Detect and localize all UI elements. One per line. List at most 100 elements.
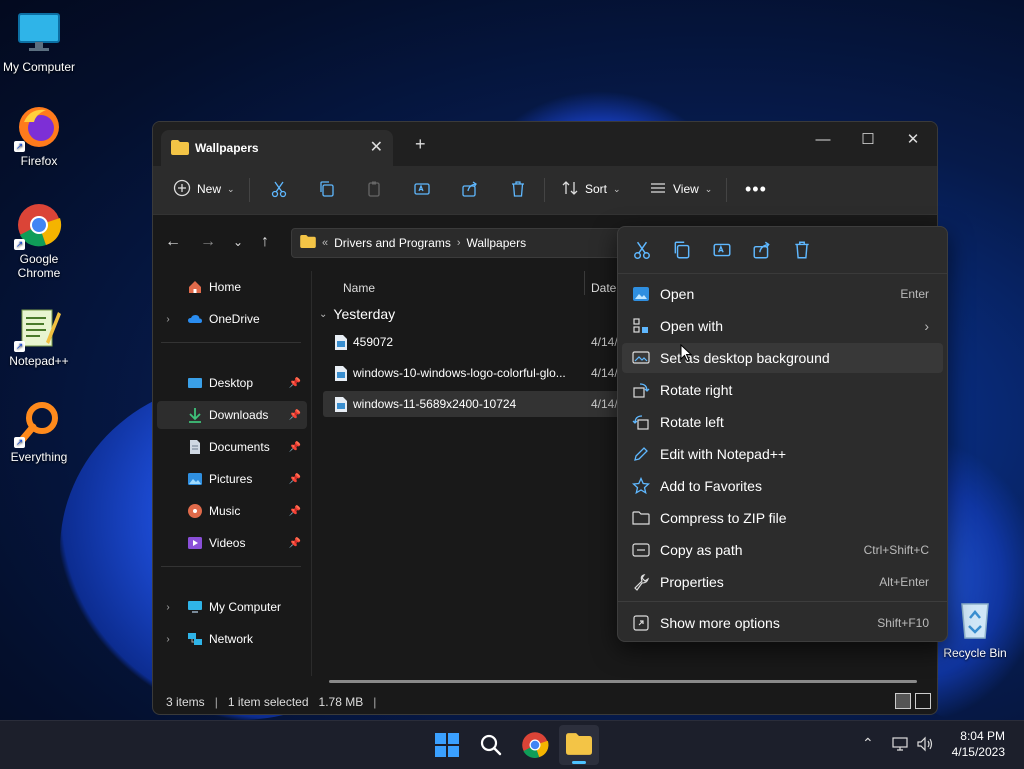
desktop-icon-label: My Computer (2, 60, 76, 74)
tiles-view-icon[interactable] (915, 693, 931, 709)
copy-button[interactable] (318, 176, 336, 202)
pen-icon (634, 447, 648, 461)
copy-icon (320, 181, 334, 197)
sidebar-item-onedrive[interactable]: › OneDrive (157, 305, 307, 333)
desktop-icon-label: Notepad++ (9, 354, 69, 368)
menu-item-properties[interactable]: Properties Alt+Enter (622, 567, 943, 597)
folder-icon (566, 733, 592, 755)
menu-item-open-with[interactable]: Open with › (622, 311, 943, 341)
menu-item-edit-with-notepadpp[interactable]: Edit with Notepad++ (622, 439, 943, 469)
sidebar-item-network[interactable]: › Network (157, 625, 307, 653)
menu-item-set-desktop-background[interactable]: Set as desktop background (622, 343, 943, 373)
forward-arrow-icon[interactable]: → (200, 233, 216, 251)
wrench-icon (634, 574, 649, 591)
context-menu: Open Enter Open with › Set as desktop ba… (617, 226, 948, 642)
menu-item-add-to-favorites[interactable]: Add to Favorites (622, 471, 943, 501)
breadcrumb-overflow[interactable]: « (322, 237, 328, 249)
open-with-icon (633, 318, 648, 333)
copy-icon[interactable] (672, 240, 692, 260)
desktop-icon-notepadpp[interactable]: ↗ Notepad++ (0, 304, 78, 368)
toolbar-divider (726, 178, 727, 202)
start-button[interactable] (433, 731, 461, 759)
column-header-name[interactable]: Name (343, 281, 375, 295)
details-view-icon[interactable] (895, 693, 911, 709)
download-icon (189, 408, 201, 423)
desktop-icon-chrome[interactable]: ↗ Google Chrome (0, 202, 78, 280)
column-divider[interactable] (584, 271, 585, 295)
clock-time: 8:04 PM (960, 729, 1005, 743)
sort-button[interactable]: Sort ⌄ (561, 176, 621, 202)
menu-item-open[interactable]: Open Enter (622, 279, 943, 309)
clock[interactable]: 8:04 PM 4/15/2023 (952, 728, 1005, 760)
selection-count: 1 item selected (227, 695, 309, 709)
sidebar-item-music[interactable]: Music 📌 (157, 497, 307, 525)
back-arrow-icon[interactable]: ← (165, 233, 181, 251)
sidebar-item-my-computer[interactable]: › My Computer (157, 593, 307, 621)
close-window-button[interactable]: ✕ (890, 126, 936, 154)
desktop-icon-my-computer[interactable]: My Computer (0, 10, 78, 74)
desktop-icon-everything[interactable]: ↗ Everything (0, 400, 78, 464)
rename-icon (414, 183, 430, 195)
command-bar: New ⌄ Sort ⌄ View ⌄ ••• (153, 166, 937, 215)
new-tab-button[interactable]: + (415, 134, 426, 155)
pin-icon[interactable]: 📌 (289, 442, 301, 453)
paste-button[interactable] (365, 176, 383, 202)
breadcrumb-separator-icon: › (456, 237, 461, 249)
minimize-button[interactable]: — (800, 126, 846, 154)
new-button[interactable]: New ⌄ (173, 176, 235, 202)
address-bar[interactable]: « Drivers and Programs › Wallpapers (291, 228, 631, 258)
menu-item-rotate-right[interactable]: Rotate right (622, 375, 943, 405)
tab-label: Wallpapers (195, 141, 259, 155)
view-button[interactable]: View ⌄ (649, 176, 712, 202)
network-tray-icon[interactable] (892, 737, 908, 751)
sidebar-item-desktop[interactable]: Desktop 📌 (157, 369, 307, 397)
file-explorer-taskbar-button[interactable] (559, 725, 599, 765)
menu-item-rotate-left[interactable]: Rotate left (622, 407, 943, 437)
cut-button[interactable] (270, 176, 288, 202)
breadcrumb-item[interactable]: Drivers and Programs (334, 236, 451, 250)
chevron-up-icon[interactable]: ⌃ (862, 735, 874, 752)
sidebar-item-pictures[interactable]: Pictures 📌 (157, 465, 307, 493)
status-divider: | (214, 695, 218, 709)
column-header-date[interactable]: Date (591, 281, 616, 295)
desktop-icon-firefox[interactable]: ↗ Firefox (0, 104, 78, 168)
rename-button[interactable] (413, 176, 431, 202)
sidebar-item-downloads[interactable]: Downloads 📌 (157, 401, 307, 429)
share-icon[interactable] (752, 240, 772, 260)
sidebar-item-videos[interactable]: Videos 📌 (157, 529, 307, 557)
pin-icon[interactable]: 📌 (289, 378, 301, 389)
pin-icon[interactable]: 📌 (289, 538, 301, 549)
sidebar-divider (161, 566, 301, 567)
breadcrumb-item[interactable]: Wallpapers (467, 236, 527, 250)
videos-icon (188, 537, 202, 549)
tab-wallpapers[interactable]: Wallpapers ✕ (161, 130, 393, 166)
view-label: View (673, 182, 699, 196)
search-icon[interactable] (477, 731, 505, 759)
sidebar-item-home[interactable]: Home (157, 273, 307, 301)
pin-icon[interactable]: 📌 (289, 506, 301, 517)
menu-item-compress-zip[interactable]: Compress to ZIP file (622, 503, 943, 533)
mouse-cursor-icon (680, 344, 692, 362)
pin-icon[interactable]: 📌 (289, 474, 301, 485)
delete-button[interactable] (509, 176, 527, 202)
maximize-button[interactable]: ☐ (845, 126, 891, 154)
taskbar: ⌃ 8:04 PM 4/15/2023 (0, 720, 1024, 769)
rename-icon[interactable] (712, 240, 732, 260)
up-arrow-icon[interactable]: ↑ (261, 233, 269, 251)
group-header[interactable]: ⌄ Yesterday (319, 306, 395, 322)
volume-icon[interactable] (916, 736, 934, 752)
share-button[interactable] (461, 176, 479, 202)
desktop-icon-label: Firefox (20, 154, 58, 168)
recent-chevron-icon[interactable]: ⌄ (233, 235, 243, 249)
sidebar-item-documents[interactable]: Documents 📌 (157, 433, 307, 461)
scissors-icon[interactable] (632, 240, 652, 260)
chrome-taskbar-icon[interactable] (521, 731, 549, 759)
more-options-icon[interactable]: ••• (745, 176, 767, 202)
trash-icon[interactable] (792, 240, 812, 260)
menu-item-copy-as-path[interactable]: Copy as path Ctrl+Shift+C (622, 535, 943, 565)
share-icon (462, 181, 477, 197)
close-tab-icon[interactable]: ✕ (370, 137, 383, 157)
menu-item-show-more-options[interactable]: Show more options Shift+F10 (622, 608, 943, 638)
horizontal-scrollbar[interactable] (329, 680, 917, 683)
pin-icon[interactable]: 📌 (289, 410, 301, 421)
